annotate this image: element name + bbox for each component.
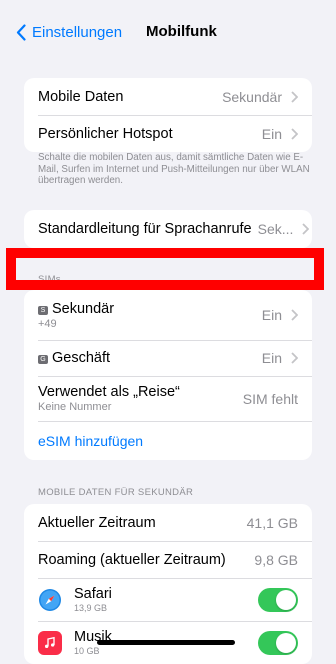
personal-hotspot-label: Persönlicher Hotspot: [38, 125, 173, 142]
sim-travel-value: SIM fehlt: [242, 390, 298, 407]
chevron-right-icon: [291, 352, 298, 364]
sim-travel-label: Verwendet als „Reise“: [38, 384, 180, 400]
chevron-right-icon: [291, 309, 298, 321]
personal-hotspot-value: Ein: [261, 125, 282, 142]
page-title: Mobilfunk: [146, 23, 217, 40]
sim-row-travel[interactable]: Verwendet als „Reise“ Keine Nummer SIM f…: [24, 376, 312, 421]
back-label: Einstellungen: [32, 23, 123, 41]
sim-row-secondary[interactable]: S Sekundär +49 Ein: [24, 290, 312, 340]
sim-business-label: Geschäft: [52, 350, 111, 366]
sim-business-value: Ein: [261, 350, 282, 366]
default-voice-line-row[interactable]: Standardleitung für Sprachanrufe Sek...: [24, 210, 312, 248]
mobile-data-usage-header: MOBILE DATEN FÜR SEKUNDÄR: [38, 487, 194, 498]
music-size: 10 GB: [74, 646, 100, 656]
sim-travel-number: Keine Nummer: [38, 401, 112, 413]
sim-card-icon: G: [38, 355, 48, 364]
mobile-data-footnote: Schalte die mobilen Daten aus, damit säm…: [38, 152, 310, 186]
home-indicator: [97, 640, 235, 645]
mobile-data-group: Mobile Daten Sekundär Persönlicher Hotsp…: [24, 78, 312, 152]
app-row-safari: Safari 13,9 GB: [24, 578, 312, 621]
safari-text: Safari 13,9 GB: [74, 586, 258, 613]
chevron-right-icon: [291, 90, 298, 103]
chevron-right-icon: [302, 223, 310, 235]
sims-group: S Sekundär +49 Ein G Geschäft Ein Verwende…: [24, 290, 312, 460]
music-toggle[interactable]: [258, 630, 298, 655]
personal-hotspot-row[interactable]: Persönlicher Hotspot Ein: [24, 115, 312, 152]
roaming-period-label: Roaming (aktueller Zeitraum): [38, 551, 226, 568]
safari-size: 13,9 GB: [74, 603, 108, 613]
safari-toggle[interactable]: [258, 587, 298, 612]
safari-name: Safari: [74, 586, 112, 602]
back-button[interactable]: Einstellungen: [16, 22, 122, 42]
add-esim-row[interactable]: eSIM hinzufügen: [24, 421, 312, 460]
roaming-period-row: Roaming (aktueller Zeitraum) 9,8 GB: [24, 541, 312, 578]
current-period-row: Aktueller Zeitraum 41,1 GB: [24, 504, 312, 541]
sim-secondary-label: Sekundär: [52, 300, 115, 317]
roaming-period-value: 9,8 GB: [254, 551, 298, 568]
music-icon: [38, 630, 62, 655]
mobile-data-row[interactable]: Mobile Daten Sekundär: [24, 78, 312, 115]
safari-icon: [38, 587, 62, 612]
sim-travel-text: Verwendet als „Reise“ Keine Nummer: [38, 384, 243, 413]
sim-secondary-text: S Sekundär +49: [38, 301, 262, 330]
sim-row-business[interactable]: G Geschäft Ein: [24, 340, 312, 376]
navigation-bar: Einstellungen Mobilfunk: [0, 0, 336, 60]
sim-secondary-number: +49: [38, 317, 57, 330]
sim-card-icon: S: [38, 305, 48, 315]
sims-header: SIMs: [38, 274, 61, 285]
current-period-label: Aktueller Zeitraum: [38, 514, 156, 531]
default-voice-line-label: Standardleitung für Sprachanrufe: [38, 221, 252, 237]
default-voice-line-value: Sek...: [257, 221, 294, 237]
sim-business-text: G Geschäft: [38, 350, 262, 366]
mobile-data-label: Mobile Daten: [38, 88, 124, 105]
sim-secondary-value: Ein: [261, 307, 282, 323]
chevron-left-icon: [16, 23, 26, 41]
mobile-data-value: Sekundär: [222, 88, 282, 105]
voice-line-group: Standardleitung für Sprachanrufe Sek...: [24, 210, 312, 248]
chevron-right-icon: [291, 127, 298, 140]
add-esim-link[interactable]: eSIM hinzufügen: [38, 433, 143, 449]
current-period-value: 41,1 GB: [246, 514, 298, 531]
